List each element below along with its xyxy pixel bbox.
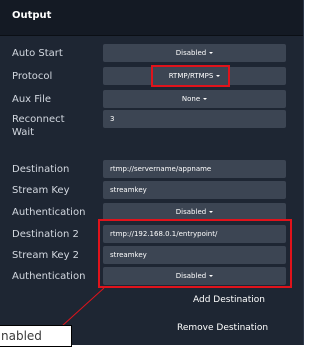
reconnect-wait-input[interactable]: 3 bbox=[103, 110, 286, 128]
protocol-value: RTMP/RTMPS bbox=[168, 72, 214, 80]
stream-key-label: Stream Key bbox=[12, 185, 70, 196]
authentication-2-label: Authentication bbox=[12, 271, 86, 282]
panel-title: Output bbox=[12, 10, 52, 21]
destination-input[interactable]: rtmp://servername/appname bbox=[103, 160, 286, 178]
auto-start-value: Disabled bbox=[175, 49, 207, 57]
output-panel: Output Auto Start Disabled Protocol RTMP… bbox=[0, 0, 304, 345]
destination-label: Destination bbox=[12, 164, 70, 175]
add-destination-button[interactable]: Add Destination bbox=[193, 295, 265, 305]
remove-destination-button[interactable]: Remove Destination bbox=[177, 323, 268, 333]
reconnect-wait-label-line1: Reconnect bbox=[12, 114, 65, 125]
panel-header: Output bbox=[0, 0, 303, 36]
auto-start-dropdown[interactable]: Disabled bbox=[103, 44, 286, 62]
stream-key-2-input[interactable]: streamkey bbox=[103, 246, 286, 264]
stream-key-input[interactable]: streamkey bbox=[103, 181, 286, 199]
authentication-dropdown[interactable]: Disabled bbox=[103, 203, 286, 221]
authentication-label: Authentication bbox=[12, 207, 86, 218]
chevron-down-icon bbox=[203, 98, 208, 100]
aux-file-value: None bbox=[181, 95, 201, 103]
auto-start-label: Auto Start bbox=[12, 48, 63, 59]
chevron-down-icon bbox=[209, 275, 214, 277]
stream-key-2-label: Stream Key 2 bbox=[12, 250, 80, 261]
chevron-down-icon bbox=[216, 75, 221, 77]
authentication-value: Disabled bbox=[175, 208, 207, 216]
callout-label: nabled bbox=[0, 325, 72, 347]
chevron-down-icon bbox=[209, 52, 214, 54]
authentication-2-dropdown[interactable]: Disabled bbox=[103, 267, 286, 285]
authentication-2-value: Disabled bbox=[175, 272, 207, 280]
protocol-dropdown[interactable]: RTMP/RTMPS bbox=[103, 67, 286, 85]
aux-file-label: Aux File bbox=[12, 94, 52, 105]
destination-2-input[interactable]: rtmp://192.168.0.1/entrypoint/ bbox=[103, 225, 286, 243]
reconnect-wait-label-line2: Wait bbox=[12, 127, 35, 138]
protocol-label: Protocol bbox=[12, 71, 53, 82]
aux-file-dropdown[interactable]: None bbox=[103, 90, 286, 108]
destination-2-label: Destination 2 bbox=[12, 229, 79, 240]
chevron-down-icon bbox=[209, 211, 214, 213]
